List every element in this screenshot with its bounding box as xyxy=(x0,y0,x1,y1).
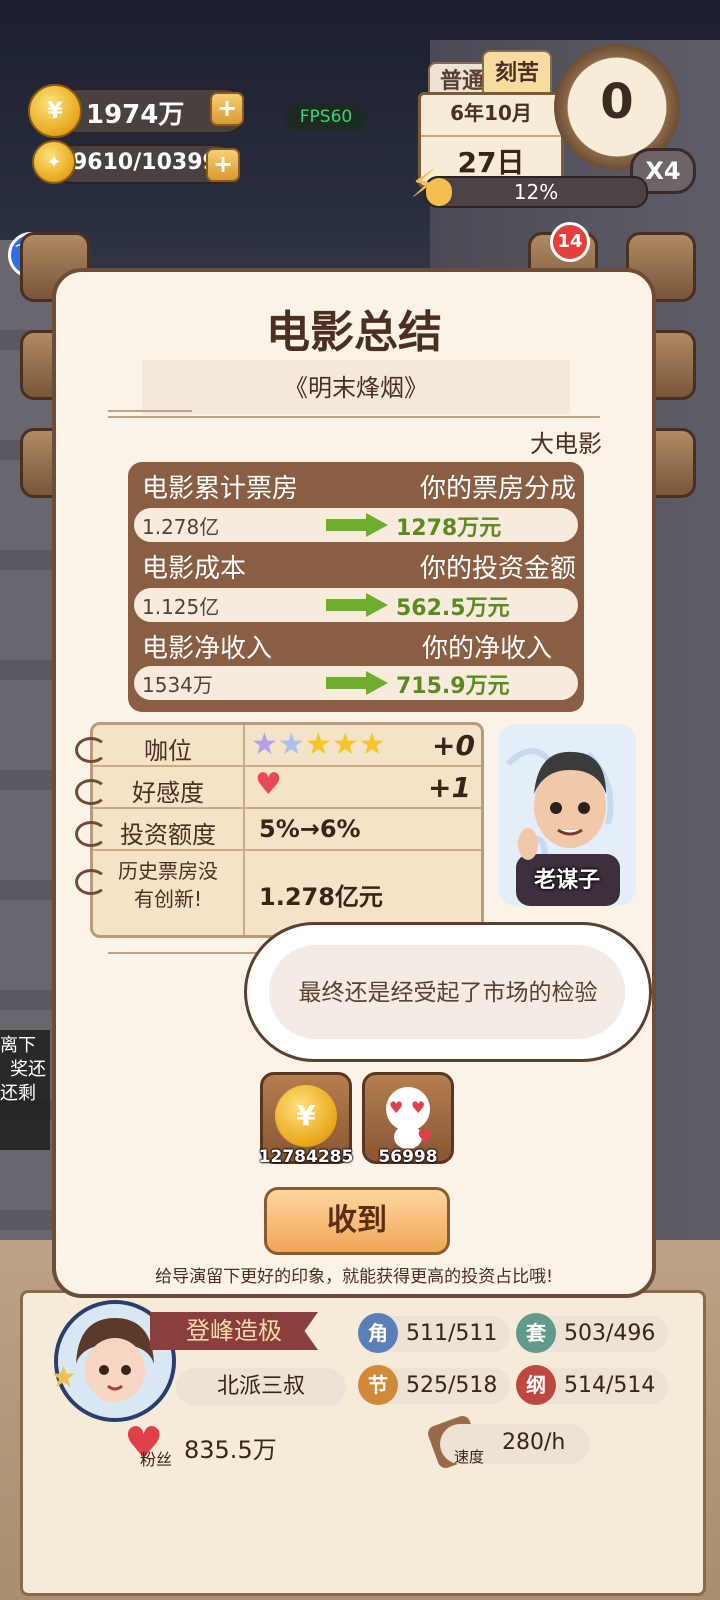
coin-icon: ¥ xyxy=(275,1085,337,1147)
movie-type: 大电影 xyxy=(530,430,602,458)
director-portrait: 老谋子 xyxy=(498,724,636,906)
box-office-summary: 电影累计票房 你的票房分成 1.278亿 1278万元 电影成本 你的投资金额 … xyxy=(128,462,584,712)
rank-label: 咖位 xyxy=(144,737,192,765)
star-icon: ★ xyxy=(358,727,386,762)
divider xyxy=(108,410,192,412)
director-speech-bubble: 最终还是经受起了市场的检验 xyxy=(244,922,652,1062)
divider xyxy=(108,416,600,418)
player-rank-banner: 登峰造极 xyxy=(150,1312,318,1350)
attribute-icon: 节 xyxy=(358,1365,398,1405)
player-name: 北派三叔 xyxy=(176,1368,346,1406)
star-icon: ★ xyxy=(251,727,278,762)
confirm-button[interactable]: 收到 xyxy=(264,1187,450,1255)
divider xyxy=(243,725,245,935)
cost-value: 1.125亿 xyxy=(142,595,220,619)
rank-stars: ★★★★★ xyxy=(251,727,386,762)
money-value: 1974万 xyxy=(86,100,185,130)
favor-label: 好感度 xyxy=(132,779,204,807)
lightbulb-icon: ✦ xyxy=(32,140,76,184)
box-office-value: 1.278亿 xyxy=(142,515,220,539)
fps-indicator: FPS60 xyxy=(284,104,368,130)
box-office-row: 1.278亿 1278万元 xyxy=(134,508,578,542)
movie-summary-dialog: 电影总结 《明末烽烟》 大电影 电影累计票房 你的票房分成 1.278亿 127… xyxy=(52,268,656,1298)
fan-love-icon: ♥ ♥ ♥ xyxy=(379,1083,437,1149)
attribute-value: 511/511 xyxy=(406,1321,498,1346)
arrow-right-icon xyxy=(326,513,388,537)
arrow-right-icon xyxy=(326,593,388,617)
attribute-icon: 纲 xyxy=(516,1365,556,1405)
star-icon: ★ xyxy=(50,1360,77,1395)
attribute-rhythm[interactable]: 节 525/518 xyxy=(358,1365,510,1405)
svg-text:♥: ♥ xyxy=(389,1098,403,1117)
coin-icon: ¥ xyxy=(28,84,82,138)
rank-change: +0 xyxy=(432,729,475,762)
attribute-value: 514/514 xyxy=(564,1373,656,1398)
fans-label: 粉丝 xyxy=(140,1450,173,1469)
director-speech-text: 最终还是经受起了市场的检验 xyxy=(298,980,598,1006)
svg-text:♥: ♥ xyxy=(417,1127,433,1148)
speed-value: 280/h xyxy=(502,1430,566,1455)
speed-indicator: 速度 280/h xyxy=(440,1424,590,1466)
cost-label: 电影成本 xyxy=(142,554,247,584)
your-share-label: 你的票房分成 xyxy=(419,474,576,504)
add-money-button[interactable]: + xyxy=(210,92,244,126)
reward-coin[interactable]: ¥ 12784285 xyxy=(259,1072,353,1167)
your-share-value: 1278万元 xyxy=(396,516,502,541)
arrow-right-icon xyxy=(326,671,388,695)
investment-value: 562.5万元 xyxy=(396,596,510,621)
speed-label: 速度 xyxy=(454,1448,485,1466)
energy-points-value: 9610/10399 xyxy=(72,150,218,175)
net-income-row: 1534万 715.9万元 xyxy=(134,666,578,700)
heart-icon: ♥ xyxy=(255,767,282,802)
star-icon: ★ xyxy=(304,727,332,762)
reward-count: 12784285 xyxy=(258,1147,354,1167)
dialog-title: 电影总结 xyxy=(266,307,442,358)
fans-value: 835.5万 xyxy=(184,1436,277,1464)
tab-diligent[interactable]: 刻苦 xyxy=(482,50,552,98)
offline-text-line: 还剩 xyxy=(0,1083,36,1104)
offline-reward-panel[interactable]: 离下 奖还 还剩 xyxy=(0,1030,50,1150)
notification-badge: 14 xyxy=(550,222,590,262)
attribute-icon: 角 xyxy=(358,1313,398,1353)
progress-bar: 12% xyxy=(424,176,648,208)
investment-label: 你的投资金额 xyxy=(419,554,576,584)
movie-name: 《明末烽烟》 xyxy=(284,374,428,402)
clock-value: 0 xyxy=(600,74,634,130)
offline-text-line: 奖还 xyxy=(10,1059,46,1080)
attribute-outline[interactable]: 纲 514/514 xyxy=(516,1365,668,1405)
director-name: 老谋子 xyxy=(533,868,600,893)
lightning-icon[interactable]: ⚡ xyxy=(410,162,450,206)
attribute-routine[interactable]: 套 503/496 xyxy=(516,1313,668,1353)
box-office-label: 电影累计票房 xyxy=(142,474,299,504)
tip-text: 给导演留下更好的印象，就能获得更高的投资占比哦! xyxy=(155,1267,553,1287)
favor-change: +1 xyxy=(428,771,471,804)
star-icon: ★ xyxy=(331,727,359,762)
director-relationship-card: 咖位 ★★★★★ +0 好感度 ♥ +1 投资额度 5%→6% 历史票房没 有创… xyxy=(75,722,484,938)
history-label: 历史票房没 有创新! xyxy=(93,857,243,913)
attribute-value: 503/496 xyxy=(564,1321,656,1346)
attribute-icon: 套 xyxy=(516,1313,556,1353)
history-label-line: 历史票房没 xyxy=(118,859,218,883)
divider xyxy=(108,952,258,954)
invest-value: 5%→6% xyxy=(259,815,361,843)
progress-label: 12% xyxy=(513,180,559,204)
calendar-year-month: 6年10月 xyxy=(450,101,532,125)
your-net-income-label: 你的净收入 xyxy=(421,634,552,664)
attribute-value: 525/518 xyxy=(406,1373,498,1398)
add-energy-button[interactable]: + xyxy=(206,148,240,182)
star-icon: ★ xyxy=(277,727,305,762)
net-income-label: 电影净收入 xyxy=(142,634,273,664)
your-net-income-value: 715.9万元 xyxy=(396,674,510,699)
offline-text-line: 离下 xyxy=(0,1035,36,1056)
reward-count: 56998 xyxy=(378,1147,438,1167)
invest-label: 投资额度 xyxy=(120,821,216,849)
history-label-line: 有创新! xyxy=(133,887,203,911)
cost-row: 1.125亿 562.5万元 xyxy=(134,588,578,622)
history-value: 1.278亿元 xyxy=(259,883,383,911)
svg-text:♥: ♥ xyxy=(411,1098,425,1117)
reward-fans[interactable]: ♥ ♥ ♥ 56998 xyxy=(362,1072,454,1167)
attribute-acting[interactable]: 角 511/511 xyxy=(358,1313,510,1353)
net-income-value: 1534万 xyxy=(142,673,213,697)
